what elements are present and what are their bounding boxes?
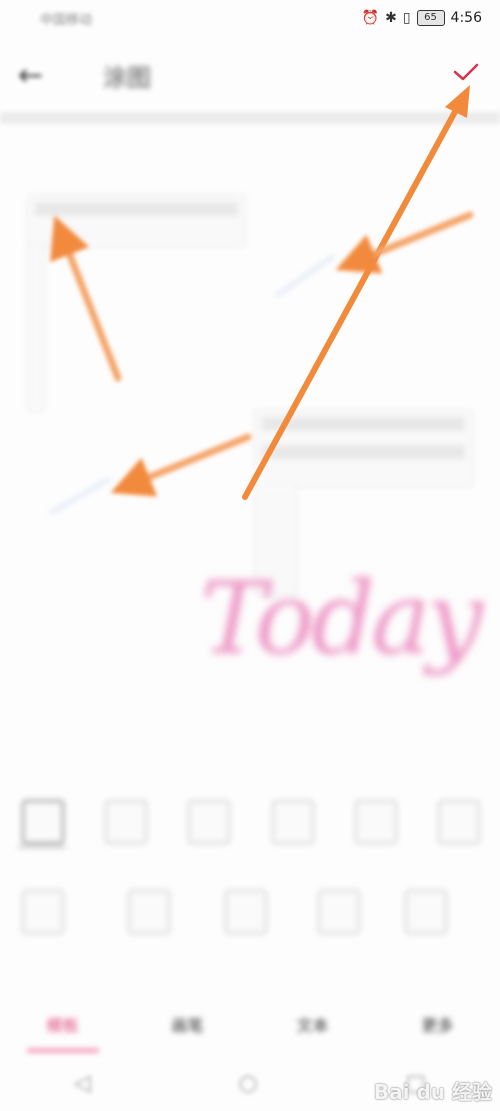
- drawing-canvas[interactable]: [0, 125, 500, 775]
- embedded-toolbar: [35, 202, 238, 216]
- template-selected-indicator: [18, 846, 66, 848]
- template-4[interactable]: [272, 800, 314, 844]
- carrier-label: 中国移动: [40, 12, 93, 28]
- template-10[interactable]: [318, 890, 360, 934]
- embedded-screenshot-edge: [28, 245, 44, 411]
- embedded-toolbar-2: [262, 417, 465, 431]
- bottom-tab-bar: 模板 画笔 文本 更多: [0, 1000, 500, 1052]
- back-button[interactable]: ←: [18, 58, 58, 93]
- tab-more[interactable]: 更多: [398, 1012, 478, 1036]
- clock: 4:56: [450, 10, 482, 26]
- screen: 中国移动 ⏰ ✱ ▯ 65 4:56 ← 涂图 Today 模板 画笔 文本 更…: [0, 0, 500, 1111]
- template-2[interactable]: [105, 800, 147, 844]
- page-title: 涂图: [103, 63, 151, 92]
- tab-text[interactable]: 文本: [273, 1012, 353, 1036]
- alarm-icon: ⏰: [361, 10, 380, 26]
- tab-brush[interactable]: 画笔: [148, 1012, 228, 1036]
- header-divider: [0, 112, 500, 124]
- handwriting-text: Today: [200, 560, 483, 677]
- template-9[interactable]: [225, 890, 267, 934]
- embedded-toolbar-3: [262, 445, 465, 459]
- app-header: ← 涂图: [0, 40, 500, 110]
- arrow-left-icon: ←: [18, 57, 44, 93]
- template-1[interactable]: [22, 800, 64, 844]
- status-icons: ⏰ ✱ ▯ 65 4:56: [362, 10, 482, 26]
- sketch-stroke: [49, 477, 111, 515]
- template-5[interactable]: [355, 800, 397, 844]
- nav-home-icon[interactable]: ○: [238, 1071, 257, 1096]
- embedded-screenshot-top: [28, 195, 245, 247]
- template-3[interactable]: [188, 800, 230, 844]
- confirm-button[interactable]: [452, 60, 480, 90]
- watermark: Bai du 经验: [373, 1080, 492, 1104]
- template-6[interactable]: [438, 800, 480, 844]
- battery-indicator: 65: [416, 10, 445, 26]
- status-bar: 中国移动 ⏰ ✱ ▯ 65 4:56: [0, 0, 500, 36]
- template-8[interactable]: [128, 890, 170, 934]
- template-7[interactable]: [22, 890, 64, 934]
- sketch-stroke: [275, 255, 335, 297]
- template-11[interactable]: [405, 890, 447, 934]
- nav-back-icon[interactable]: ◁: [74, 1071, 91, 1096]
- template-grid: [0, 790, 500, 970]
- vibrate-icon: ▯: [402, 10, 411, 26]
- bluetooth-icon: ✱: [385, 10, 397, 26]
- tab-template[interactable]: 模板: [23, 1012, 103, 1052]
- check-icon: [453, 63, 479, 81]
- embedded-screenshot-middle: [255, 410, 472, 487]
